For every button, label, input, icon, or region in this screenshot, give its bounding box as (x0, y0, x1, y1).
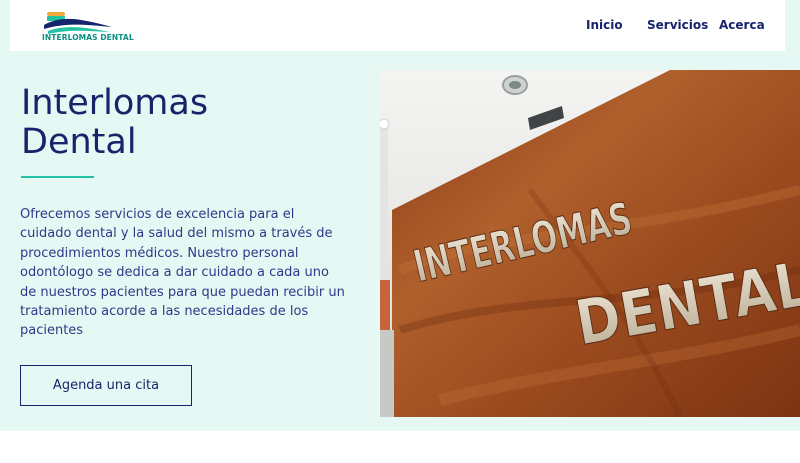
clinic-reception-photo: INTERLOMAS DENTAL (380, 70, 800, 417)
nav-link-acerca[interactable]: Acerca (719, 18, 765, 32)
hero-description: Ofrecemos servicios de excelencia para e… (20, 207, 345, 339)
page-title: Interlomas Dental (21, 84, 341, 162)
nav-link-inicio[interactable]: Inicio (586, 18, 623, 32)
title-line-2: Dental (21, 122, 137, 162)
nav-link-servicios[interactable]: Servicios (647, 18, 708, 32)
footer-strip (0, 431, 800, 463)
top-navigation-bar: INTERLOMAS DENTAL Inicio Servicios Acerc… (10, 0, 785, 51)
book-appointment-button[interactable]: Agenda una cita (20, 365, 192, 406)
title-divider (21, 176, 94, 178)
title-line-1: Interlomas (21, 83, 209, 123)
logo-text: INTERLOMAS DENTAL (42, 33, 134, 42)
